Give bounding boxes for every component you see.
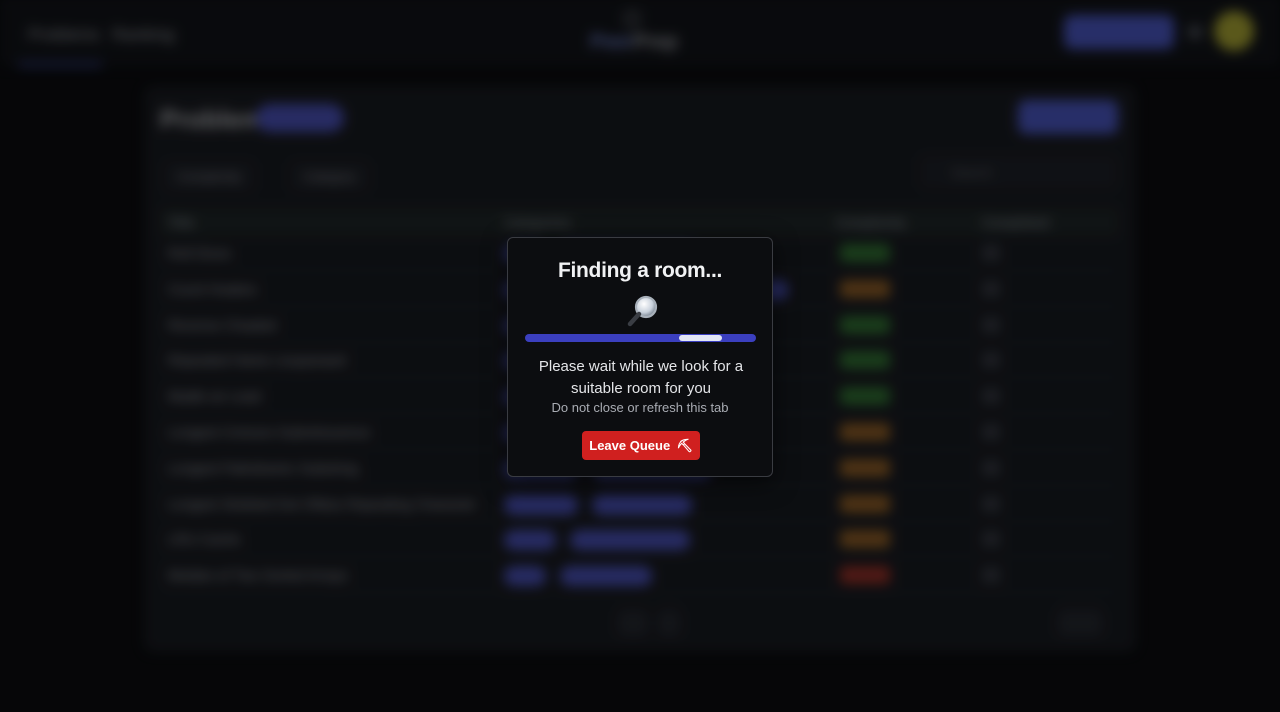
leave-queue-button[interactable]: Leave Queue ⛏	[582, 431, 700, 460]
pickaxe-icon: ⛏	[676, 437, 693, 453]
leave-queue-label: Leave Queue	[589, 438, 671, 453]
magnifier-icon	[627, 295, 658, 327]
finding-room-modal: Finding a room... Please wait while we l…	[507, 237, 773, 477]
wait-message: Please wait while we look for a suitable…	[538, 358, 744, 397]
warning-subtext: Do not close or refresh this tab	[551, 400, 729, 415]
modal-title: Finding a room...	[557, 259, 723, 282]
progress-indicator	[678, 335, 723, 341]
search-progress-bar	[525, 334, 756, 342]
